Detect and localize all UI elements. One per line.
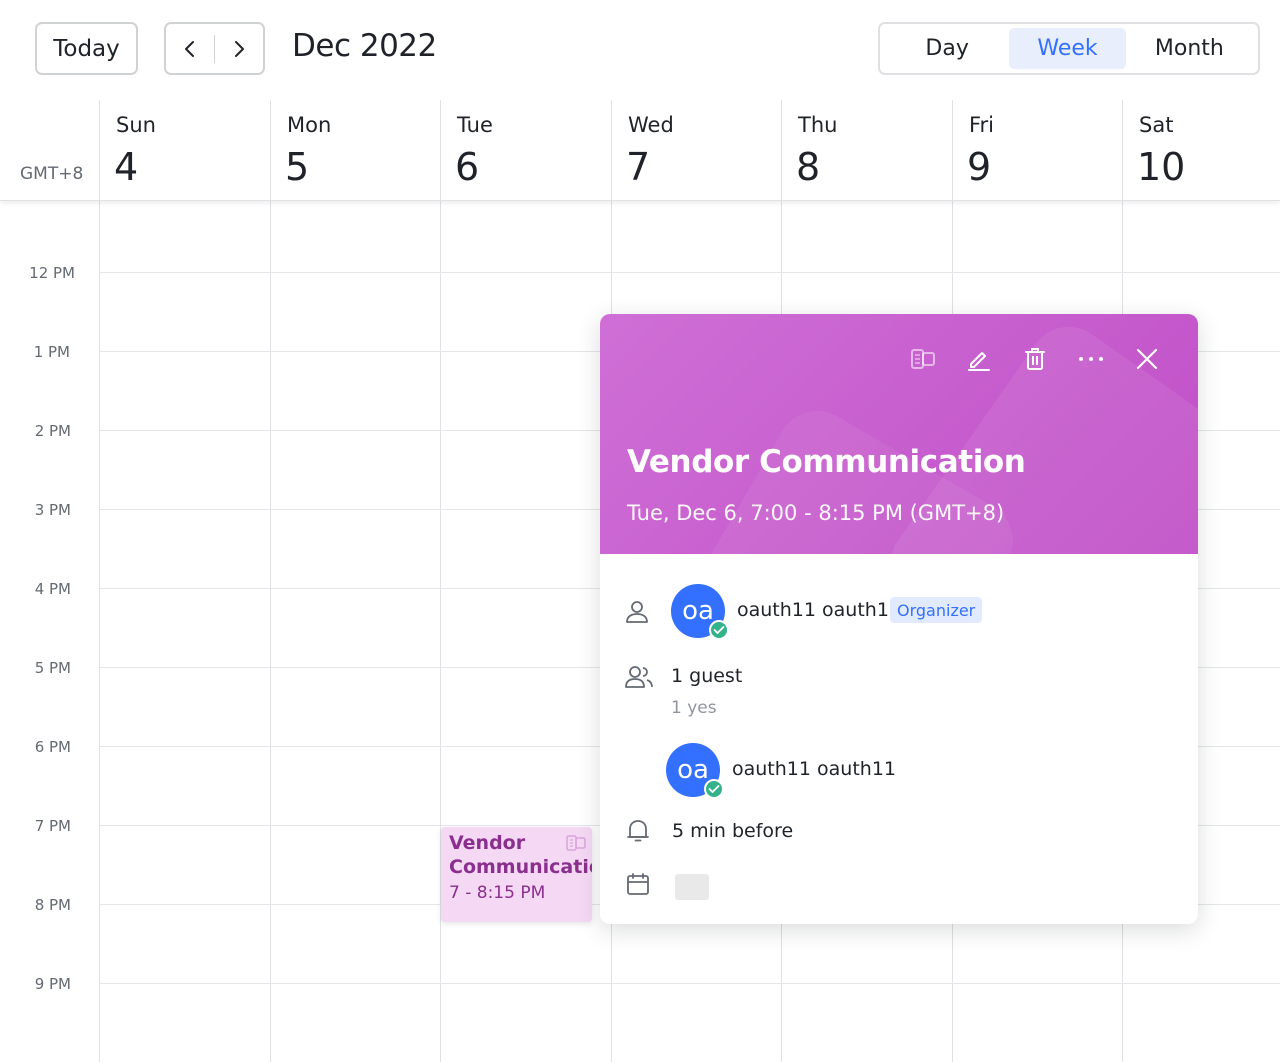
close-button[interactable] <box>1130 342 1164 376</box>
time-label: 2 PM <box>34 422 71 440</box>
day-number: 8 <box>796 145 821 189</box>
trash-icon <box>1025 348 1045 370</box>
day-name: Mon <box>287 113 332 137</box>
day-name: Sun <box>116 113 156 137</box>
grid-column-line <box>270 201 271 1062</box>
guest-avatar[interactable]: oa <box>666 743 724 799</box>
time-label: 3 PM <box>34 501 71 519</box>
time-label: 1 PM <box>33 343 70 361</box>
timezone-label: GMT+8 <box>20 164 84 184</box>
popup-body: oa oauth11 oauth11 Organizer 1 guest 1 y… <box>600 554 1198 924</box>
day-number: 6 <box>455 145 480 189</box>
day-number: 5 <box>285 145 310 189</box>
day-header-fri[interactable]: Fri 9 <box>952 100 1122 201</box>
time-label: 4 PM <box>34 580 71 598</box>
popup-actions <box>906 342 1164 376</box>
today-button[interactable]: Today <box>35 22 138 75</box>
calendar-event[interactable]: Vendor Communication 7 - 8:15 PM <box>441 827 592 922</box>
view-day-button[interactable]: Day <box>885 28 1009 69</box>
day-number: 10 <box>1137 145 1186 189</box>
avatar-initials: oa <box>677 755 709 785</box>
time-label: 5 PM <box>34 659 71 677</box>
reminder-text: 5 min before <box>672 820 794 842</box>
day-name: Thu <box>798 113 838 137</box>
grid-hour-line <box>100 983 1280 984</box>
time-label: 9 PM <box>34 975 71 993</box>
week-header: GMT+8 Sun 4 Mon 5 Tue 6 Wed 7 Thu 8 Fri … <box>0 100 1280 201</box>
guests-summary: 1 yes <box>671 698 717 718</box>
calendar-color-chip <box>675 874 709 900</box>
day-name: Tue <box>457 113 493 137</box>
delete-button[interactable] <box>1018 342 1052 376</box>
day-number: 7 <box>626 145 651 189</box>
exchange-icon <box>566 835 586 851</box>
view-month-button[interactable]: Month <box>1126 28 1253 69</box>
nav-button-group <box>164 22 265 75</box>
bell-icon <box>627 820 649 842</box>
accepted-check-icon <box>709 620 729 640</box>
close-icon <box>1136 348 1158 370</box>
chevron-right-icon <box>234 40 244 57</box>
prev-week-button[interactable] <box>166 24 214 73</box>
grid-column-line <box>99 201 100 1062</box>
grid-column-line <box>440 201 441 1062</box>
person-icon <box>626 601 648 623</box>
avatar-initials: oa <box>682 596 714 626</box>
accepted-check-icon <box>704 779 724 799</box>
organizer-avatar[interactable]: oa <box>671 584 729 640</box>
people-icon <box>625 666 653 688</box>
event-time: 7 - 8:15 PM <box>449 883 546 903</box>
day-name: Fri <box>969 113 995 137</box>
popup-header: Vendor Communication Tue, Dec 6, 7:00 - … <box>600 314 1198 554</box>
month-title: Dec 2022 <box>292 28 437 64</box>
exchange-button[interactable] <box>906 342 940 376</box>
view-week-button[interactable]: Week <box>1009 28 1126 69</box>
edit-button[interactable] <box>962 342 996 376</box>
day-header-thu[interactable]: Thu 8 <box>781 100 952 201</box>
more-horizontal-icon <box>1079 357 1103 361</box>
day-name: Sat <box>1139 113 1174 137</box>
more-button[interactable] <box>1074 342 1108 376</box>
time-label: 6 PM <box>34 738 71 756</box>
exchange-icon <box>911 349 935 369</box>
day-number: 4 <box>114 145 139 189</box>
time-label: 7 PM <box>34 817 71 835</box>
guest-name: oauth11 oauth11 <box>732 758 896 780</box>
popup-event-title: Vendor Communication <box>627 444 1026 480</box>
calendar-toolbar: Today Dec 2022 Day Week Month <box>0 0 1280 100</box>
day-header-sat[interactable]: Sat 10 <box>1122 100 1280 201</box>
grid-hour-line <box>100 272 1280 273</box>
popup-event-date: Tue, Dec 6, 7:00 - 8:15 PM (GMT+8) <box>627 501 1005 525</box>
time-label: 12 PM <box>29 264 75 282</box>
calendar-icon <box>627 873 649 895</box>
guests-count: 1 guest <box>671 665 743 687</box>
day-header-tue[interactable]: Tue 6 <box>440 100 611 201</box>
next-week-button[interactable] <box>215 24 263 73</box>
day-header-sun[interactable]: Sun 4 <box>99 100 270 201</box>
day-header-mon[interactable]: Mon 5 <box>270 100 440 201</box>
organizer-name: oauth11 oauth11 <box>737 599 901 621</box>
chevron-left-icon <box>185 40 194 57</box>
time-label: 8 PM <box>34 896 71 914</box>
day-header-wed[interactable]: Wed 7 <box>611 100 781 201</box>
view-switcher: Day Week Month <box>878 22 1260 75</box>
day-number: 9 <box>967 145 992 189</box>
pencil-icon <box>968 352 990 371</box>
organizer-badge: Organizer <box>890 597 983 623</box>
day-name: Wed <box>628 113 674 137</box>
